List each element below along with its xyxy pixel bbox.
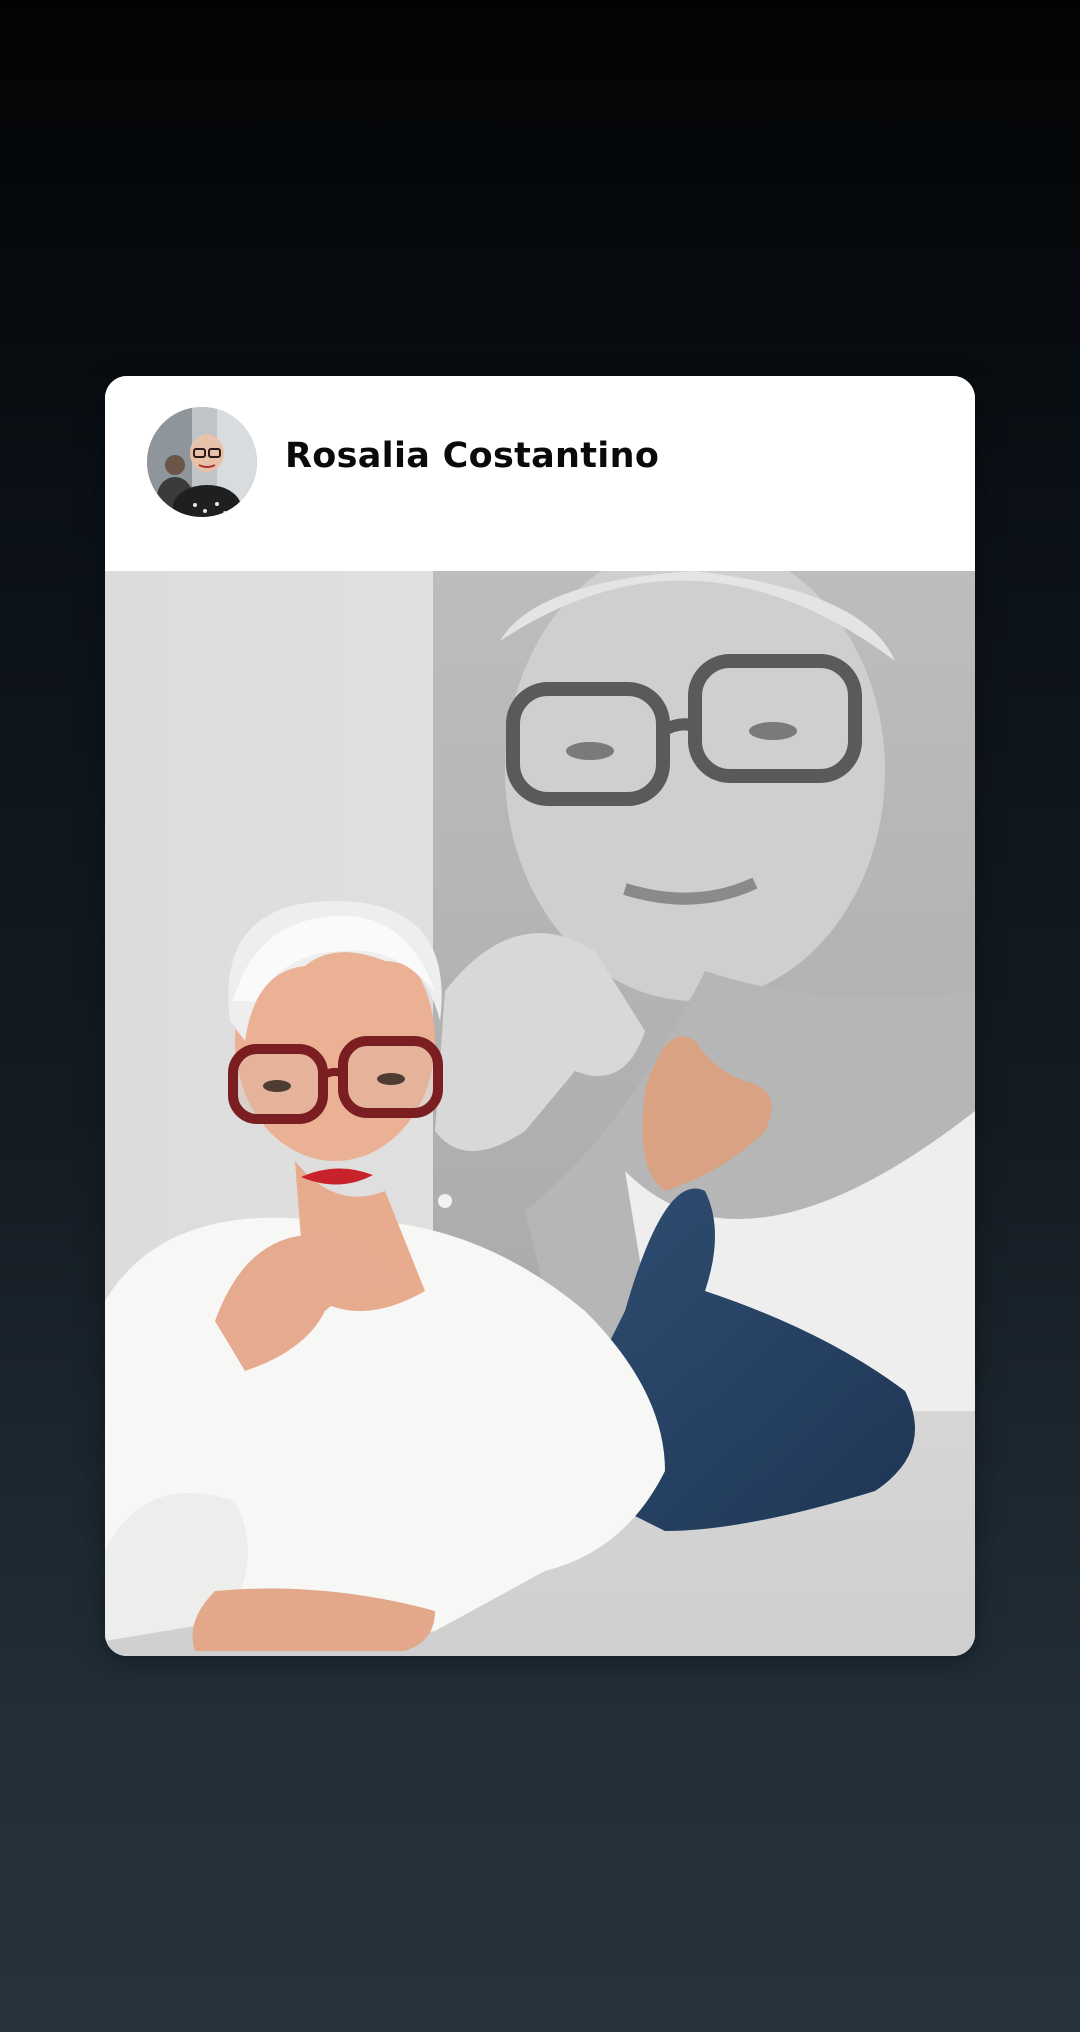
author-name[interactable]: Rosalia Costantino	[285, 436, 659, 476]
profile-avatar[interactable]	[147, 407, 257, 517]
story-photo[interactable]	[105, 571, 975, 1656]
card-header: Rosalia Costantino	[105, 376, 975, 571]
story-card: Rosalia Costantino	[105, 376, 975, 1656]
portrait-photo	[105, 571, 975, 1656]
avatar-image	[147, 407, 257, 517]
